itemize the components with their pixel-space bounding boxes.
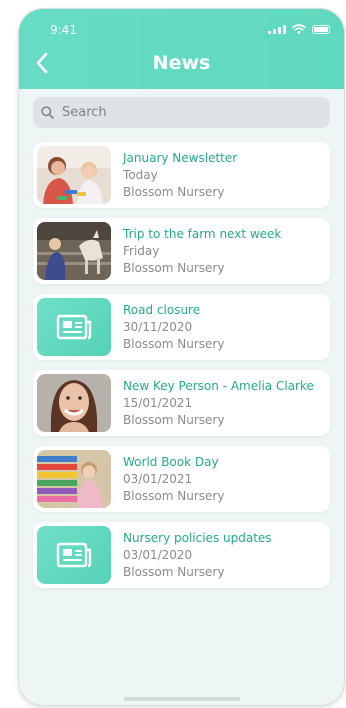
news-item[interactable]: New Key Person - Amelia Clarke 15/01/202… [33, 370, 330, 436]
phone-screen: 9:41 News Search January Newsletter Toda… [19, 9, 344, 705]
news-source: Blossom Nursery [123, 413, 225, 427]
news-source: Blossom Nursery [123, 185, 225, 199]
news-info: Trip to the farm next week Friday Blosso… [123, 226, 281, 277]
news-thumbnail-photo [37, 374, 111, 432]
news-item[interactable]: January Newsletter Today Blossom Nursery [33, 142, 330, 208]
news-thumbnail [37, 526, 111, 584]
signal-icon [268, 24, 286, 34]
wifi-icon [292, 24, 306, 34]
news-item[interactable]: Trip to the farm next week Friday Blosso… [33, 218, 330, 284]
news-date: Friday [123, 244, 160, 258]
news-source: Blossom Nursery [123, 337, 225, 351]
news-title: Trip to the farm next week [123, 227, 282, 241]
page-title: News [152, 52, 211, 74]
news-item[interactable]: Road closure 30/11/2020 Blossom Nursery [33, 294, 330, 360]
news-title: January Newsletter [123, 151, 238, 165]
news-info: January Newsletter Today Blossom Nursery [123, 150, 237, 201]
news-thumbnail-photo [37, 450, 111, 508]
home-indicator[interactable] [124, 697, 240, 701]
news-date: Today [123, 168, 158, 182]
news-date: 03/01/2020 [123, 548, 193, 562]
news-thumbnail [37, 298, 111, 356]
news-thumbnail-photo [37, 146, 111, 204]
news-title: New Key Person - Amelia Clarke [123, 379, 314, 393]
news-date: 30/11/2020 [123, 320, 193, 334]
battery-icon [312, 24, 330, 34]
news-source: Blossom Nursery [123, 489, 225, 503]
news-source: Blossom Nursery [123, 565, 225, 579]
status-icons [268, 24, 330, 34]
news-item[interactable]: World Book Day 03/01/2021 Blossom Nurser… [33, 446, 330, 512]
news-date: 03/01/2021 [123, 472, 193, 486]
news-title: Nursery policies updates [123, 531, 272, 545]
search-bar[interactable] [33, 97, 330, 128]
search-icon [41, 106, 54, 119]
news-date: 15/01/2021 [123, 396, 193, 410]
app-header: 9:41 News [19, 9, 344, 89]
news-info: World Book Day 03/01/2021 Blossom Nurser… [123, 454, 224, 505]
news-thumbnail-photo [37, 222, 111, 280]
status-time: 9:41 [50, 23, 77, 37]
news-title: World Book Day [123, 455, 219, 469]
news-info: New Key Person - Amelia Clarke 15/01/202… [123, 378, 314, 429]
newspaper-icon [56, 542, 92, 568]
search-input[interactable] [60, 104, 304, 121]
news-info: Nursery policies updates 03/01/2020 Blos… [123, 530, 272, 581]
news-title: Road closure [123, 303, 201, 317]
news-item[interactable]: Nursery policies updates 03/01/2020 Blos… [33, 522, 330, 588]
news-source: Blossom Nursery [123, 261, 225, 275]
news-info: Road closure 30/11/2020 Blossom Nursery [123, 302, 224, 353]
newspaper-icon [56, 314, 92, 340]
